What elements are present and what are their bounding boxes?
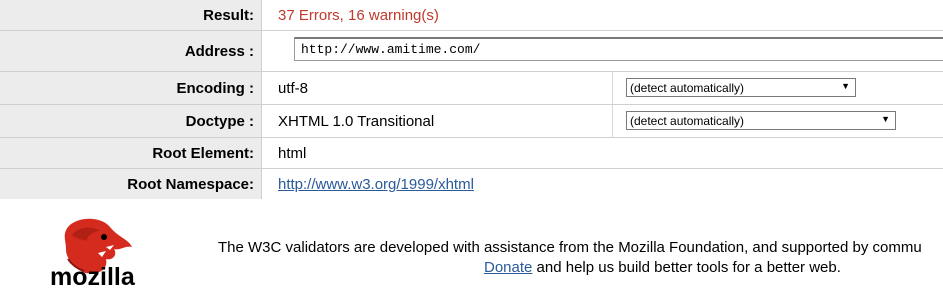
mozilla-logo-text: mozilla: [50, 263, 135, 291]
doctype-row: Doctype : XHTML 1.0 Transitional (detect…: [0, 105, 943, 138]
doctype-select[interactable]: (detect automatically) ▼: [626, 111, 896, 130]
encoding-select[interactable]: (detect automatically) ▼: [626, 78, 856, 97]
column-divider: [612, 105, 613, 137]
root-namespace-label: Root Namespace:: [0, 169, 262, 199]
address-input[interactable]: http://www.amitime.com/: [294, 37, 943, 61]
footer-donate-line: Donate and help us build better tools fo…: [484, 259, 841, 276]
address-row: Address : http://www.amitime.com/: [0, 31, 943, 72]
root-element-value: html: [278, 144, 307, 162]
address-label: Address :: [0, 31, 262, 71]
footer-donate-rest: and help us build better tools for a bet…: [532, 259, 841, 276]
donate-link[interactable]: Donate: [484, 259, 532, 276]
encoding-select-value: (detect automatically): [630, 80, 745, 95]
result-value: 37 Errors, 16 warning(s): [278, 6, 439, 24]
doctype-select-value: (detect automatically): [630, 113, 745, 128]
encoding-row: Encoding : utf-8 (detect automatically) …: [0, 72, 943, 105]
result-label: Result:: [0, 0, 262, 30]
validation-results-table: Result: 37 Errors, 16 warning(s) Address…: [0, 0, 943, 199]
dropdown-arrow-icon: ▼: [881, 114, 890, 124]
encoding-value: utf-8: [278, 79, 309, 97]
footer: mozilla The W3C validators are developed…: [0, 199, 943, 303]
dropdown-arrow-icon: ▼: [841, 81, 850, 91]
root-namespace-row: Root Namespace: http://www.w3.org/1999/x…: [0, 169, 943, 199]
column-divider: [612, 72, 613, 104]
root-element-label: Root Element:: [0, 138, 262, 168]
root-element-row: Root Element: html: [0, 138, 943, 169]
root-namespace-link[interactable]: http://www.w3.org/1999/xhtml: [278, 176, 474, 193]
result-row: Result: 37 Errors, 16 warning(s): [0, 0, 943, 31]
footer-credits-text: The W3C validators are developed with as…: [218, 239, 922, 256]
doctype-value: XHTML 1.0 Transitional: [278, 112, 435, 130]
encoding-label: Encoding :: [0, 72, 262, 104]
doctype-label: Doctype :: [0, 105, 262, 137]
